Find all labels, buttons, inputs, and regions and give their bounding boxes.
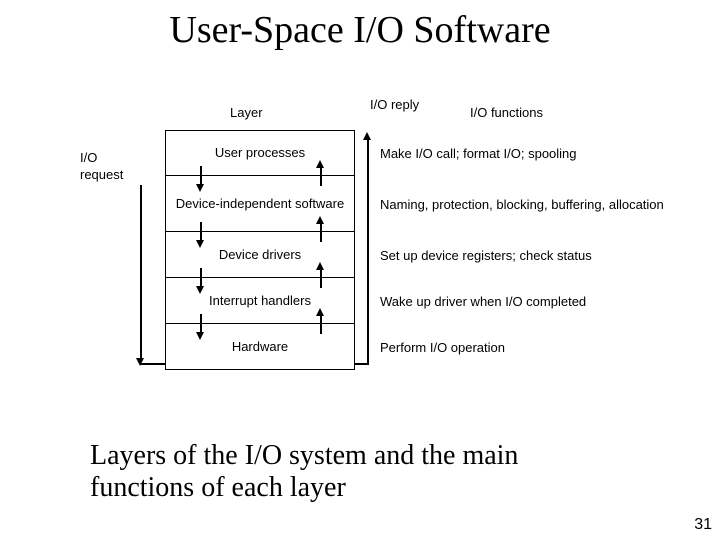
caption-line: Layers of the I/O system and the main [90,440,518,471]
slide-caption: Layers of the I/O system and the main fu… [90,440,518,504]
slide-title: User-Space I/O Software [0,8,720,52]
down-arrow-line [200,314,202,334]
layer-function: Make I/O call; format I/O; spooling [380,130,675,176]
down-arrow-icon [196,286,204,294]
layer-function: Naming, protection, blocking, buffering,… [380,176,675,232]
up-arrow-icon [316,216,324,224]
layer-stack: User processes Device-independent softwa… [165,130,355,370]
up-arrow-icon [316,262,324,270]
page-number: 31 [694,516,712,534]
up-arrow-line [320,166,322,186]
up-arrow-line [320,314,322,334]
function-column: Make I/O call; format I/O; spooling Nami… [380,130,675,370]
layer-function: Wake up driver when I/O completed [380,278,675,324]
up-arrow-line [320,268,322,288]
layer-function: Perform I/O operation [380,324,675,370]
reply-arrow-line [367,140,369,365]
layer-box: Device drivers [165,232,355,278]
down-arrow-line [200,166,202,186]
layer-header: Layer [230,105,263,120]
down-arrow-line [200,268,202,288]
up-arrow-icon [316,308,324,316]
down-arrow-icon [196,240,204,248]
up-arrow-icon [316,160,324,168]
io-layers-diagram: Layer I/O reply I/O functions I/O reques… [80,105,675,400]
request-arrow-hline [140,363,165,365]
layer-box: Hardware [165,324,355,370]
layer-box: User processes [165,130,355,176]
reply-arrow-head [363,132,371,140]
layer-function: Set up device registers; check status [380,232,675,278]
down-arrow-line [200,222,202,242]
io-functions-label: I/O functions [470,105,543,120]
io-reply-label: I/O reply [370,97,430,113]
down-arrow-icon [196,332,204,340]
reply-arrow-hline [355,363,369,365]
up-arrow-line [320,222,322,242]
layer-box: Device-independent software [165,176,355,232]
caption-line: functions of each layer [90,472,346,503]
request-arrow-line [140,185,142,358]
layer-box: Interrupt handlers [165,278,355,324]
io-request-label: I/O request [80,150,140,184]
down-arrow-icon [196,184,204,192]
